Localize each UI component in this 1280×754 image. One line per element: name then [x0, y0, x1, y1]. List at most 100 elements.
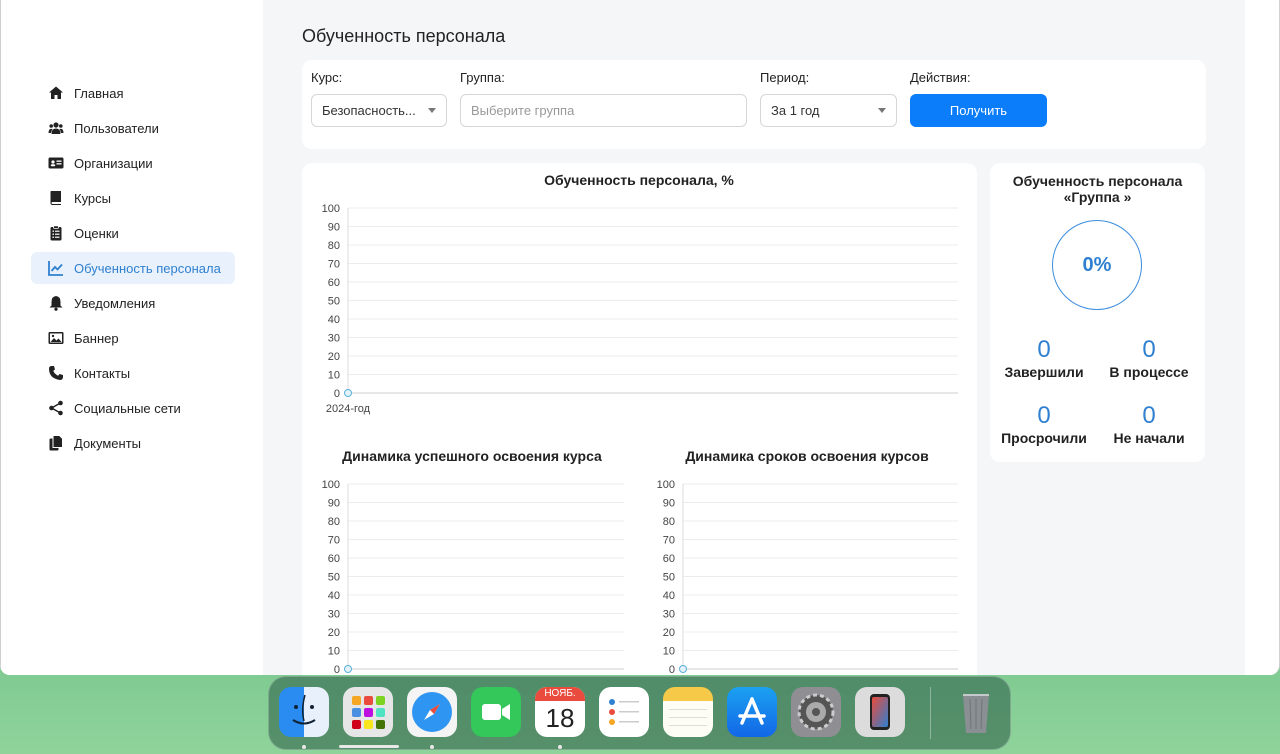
group-label: Группа: [460, 70, 505, 85]
y-tick-label: 0 [669, 664, 675, 675]
bell-icon [47, 295, 65, 311]
trash-icon[interactable] [951, 687, 1001, 737]
group-input-placeholder: Выберите группа [471, 103, 575, 118]
stat-overdue-value: 0 [1037, 402, 1051, 429]
facetime-icon[interactable] [471, 687, 521, 737]
y-tick-label: 60 [663, 553, 675, 565]
main-content: Обученность персонала Курс: Безопасность… [263, 0, 1245, 675]
sidebar-item-users[interactable]: Пользователи [31, 112, 235, 144]
calendar-icon[interactable]: НОЯБ. 18 [535, 687, 585, 737]
charts-card: Обученность персонала, % 0 10 20 30 40 50 60 70 8… [302, 163, 977, 675]
y-tick-label: 30 [328, 333, 340, 345]
running-indicator [302, 745, 306, 749]
image-icon [47, 330, 65, 346]
sidebar-item-home[interactable]: Главная [31, 77, 235, 109]
y-tick-label: 50 [663, 572, 675, 584]
app-window: Главная Пользователи Организации Курсы О… [0, 0, 1280, 675]
sidebar-item-label: Организации [74, 155, 153, 171]
stat-overdue-label: Просрочили [1001, 430, 1087, 446]
y-tick-label: 80 [328, 240, 340, 252]
y-tick-label: 100 [322, 203, 340, 215]
phone-icon [47, 365, 65, 381]
system-settings-icon[interactable] [791, 687, 841, 737]
sidebar-item-label: Оценки [74, 225, 119, 241]
y-tick-label: 70 [328, 259, 340, 271]
stat-completed-value: 0 [1037, 336, 1051, 363]
sidebar-item-grades[interactable]: Оценки [31, 217, 235, 249]
stat-completed-label: Завершили [1004, 364, 1084, 380]
data-point [344, 389, 352, 397]
y-tick-label: 50 [328, 296, 340, 308]
app-store-icon[interactable] [727, 687, 777, 737]
stat-not-started: 0 Не начали [1099, 403, 1199, 447]
sidebar-item-banner[interactable]: Баннер [31, 322, 235, 354]
sidebar-item-courses[interactable]: Курсы [31, 182, 235, 214]
period-label: Период: [760, 70, 810, 85]
sidebar-item-label: Социальные сети [74, 400, 181, 416]
running-indicator [558, 745, 562, 749]
sidebar: Главная Пользователи Организации Курсы О… [0, 0, 263, 675]
y-tick-label: 20 [663, 627, 675, 639]
stat-in-progress-label: В процессе [1109, 364, 1189, 380]
y-tick-label: 10 [328, 370, 340, 382]
y-tick-label: 90 [663, 498, 675, 510]
y-tick-label: 40 [328, 590, 340, 602]
course-select[interactable]: Безопасность... [311, 94, 447, 127]
summary-card: Обученность персонала «Группа » 0% 0 Зав… [990, 163, 1205, 462]
sidebar-item-label: Курсы [74, 190, 112, 206]
sidebar-item-notifications[interactable]: Уведомления [31, 287, 235, 319]
sidebar-nav: Главная Пользователи Организации Курсы О… [31, 77, 235, 462]
sidebar-item-social[interactable]: Социальные сети [31, 392, 235, 424]
running-indicator [339, 745, 399, 748]
chart-line-icon [47, 260, 65, 276]
y-tick-label: 50 [328, 572, 340, 584]
chart-title: Динамика успешного освоения курса [342, 448, 602, 464]
sidebar-item-label: Главная [74, 85, 124, 101]
summary-title-line2: «Группа » [1063, 189, 1132, 205]
safari-icon[interactable] [407, 687, 457, 737]
actions-label: Действия: [910, 70, 971, 85]
percent-ring: 0% [1052, 220, 1142, 310]
users-icon [47, 120, 65, 136]
finder-icon[interactable] [279, 687, 329, 737]
period-select-value: За 1 год [771, 103, 820, 118]
y-tick-label: 80 [328, 516, 340, 528]
sidebar-item-label: Обученность персонала [74, 260, 221, 276]
sidebar-item-label: Уведомления [74, 295, 156, 311]
data-point [679, 665, 687, 673]
y-tick-label: 10 [663, 646, 675, 658]
share-icon [47, 400, 65, 416]
notes-icon[interactable] [663, 687, 713, 737]
sidebar-item-label: Пользователи [74, 120, 159, 136]
calendar-day: 18 [545, 703, 575, 733]
stat-completed: 0 Завершили [994, 336, 1094, 381]
y-tick-label: 0 [334, 388, 340, 400]
y-tick-label: 90 [328, 222, 340, 234]
group-input[interactable]: Выберите группа [460, 94, 747, 127]
y-tick-label: 100 [657, 479, 675, 491]
sidebar-item-documents[interactable]: Документы [31, 427, 235, 459]
dock: НОЯБ. 18 [268, 676, 1011, 750]
chart-title: Обученность персонала, % [544, 172, 734, 188]
window-right-edge [1245, 0, 1279, 675]
clipboard-icon [47, 225, 65, 241]
iphone-mirroring-icon[interactable] [855, 687, 905, 737]
summary-title-line1: Обученность персонала [1012, 173, 1183, 189]
reminders-icon[interactable] [599, 687, 649, 737]
sidebar-item-organizations[interactable]: Организации [31, 147, 235, 179]
y-tick-label: 60 [328, 553, 340, 565]
stat-overdue: 0 Просрочили [994, 402, 1094, 447]
launchpad-icon[interactable] [343, 687, 393, 737]
y-tick-label: 30 [328, 609, 340, 621]
stat-in-progress: 0 В процессе [1099, 336, 1199, 381]
stat-in-progress-value: 0 [1142, 336, 1156, 363]
dock-separator [930, 687, 931, 739]
y-tick-label: 10 [328, 646, 340, 658]
sidebar-item-contacts[interactable]: Контакты [31, 357, 235, 389]
period-select[interactable]: За 1 год [760, 94, 897, 127]
chart-title: Динамика сроков освоения курсов [685, 448, 929, 464]
sidebar-item-staff-training[interactable]: Обученность персонала [31, 252, 235, 284]
x-tick-label: 2024-год [326, 403, 371, 415]
get-button[interactable]: Получить [910, 94, 1047, 127]
y-tick-label: 40 [663, 590, 675, 602]
